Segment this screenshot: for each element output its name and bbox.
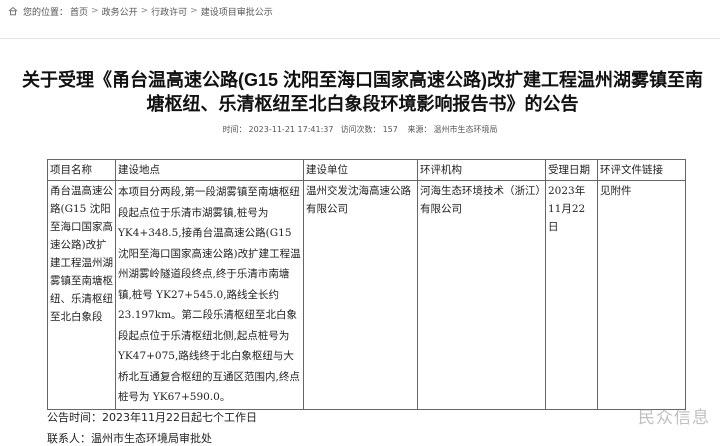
breadcrumb-home-link[interactable]: 首页 bbox=[70, 5, 88, 18]
cell-project-name: 甬台温高速公路(G15 沈阳至海口国家高速公路)改扩建工程温州湖雾镇至南塘枢纽、… bbox=[47, 180, 116, 410]
header-date: 受理日期 bbox=[545, 159, 598, 181]
breadcrumb-separator: > bbox=[140, 6, 149, 16]
announcement-period: 公告时间：2023年11月22日起七个工作日 bbox=[47, 409, 257, 425]
cell-link[interactable]: 见附件 bbox=[597, 180, 686, 410]
time-label: 时间： bbox=[222, 125, 247, 134]
cell-builder: 温州交发沈海高速公路有限公司 bbox=[303, 180, 418, 410]
home-icon bbox=[8, 6, 18, 16]
header-project-name: 项目名称 bbox=[47, 159, 116, 181]
period-label: 公告时间： bbox=[47, 411, 102, 424]
breadcrumb: 您的位置： 首页 > 政务公开 > 行政许可 > 建设项目审批公示 bbox=[8, 4, 273, 18]
header-builder: 建设单位 bbox=[303, 159, 418, 181]
contact-info: 联系人：温州市生态环境局审批处 bbox=[47, 430, 212, 446]
view-count: 157 bbox=[382, 125, 398, 134]
views-label: 访问次数： bbox=[340, 125, 381, 134]
table-header-row: 项目名称 建设地点 建设单位 环评机构 受理日期 环评文件链接 bbox=[47, 159, 686, 181]
breadcrumb-project-approval-link[interactable]: 建设项目审批公示 bbox=[201, 5, 273, 18]
breadcrumb-separator: > bbox=[91, 6, 99, 16]
breadcrumb-gov-open-link[interactable]: 政务公开 bbox=[102, 5, 138, 18]
project-table: 项目名称 建设地点 建设单位 环评机构 受理日期 环评文件链接 甬台温高速公路(… bbox=[47, 159, 686, 410]
header-location: 建设地点 bbox=[115, 159, 304, 181]
cell-location: 本项目分两段,第一段湖雾镇至南塘枢纽段起点位于乐清市湖雾镇,桩号为 YK4+34… bbox=[115, 180, 304, 410]
source: 温州市生态环境局 bbox=[433, 125, 498, 134]
contact-label: 联系人： bbox=[47, 432, 91, 445]
period-value: 2023年11月22日起七个工作日 bbox=[102, 411, 257, 424]
publish-time: 2023-11-21 17:41:37 bbox=[248, 125, 334, 134]
page-title: 关于受理《甬台温高速公路(G15 沈阳至海口国家高速公路)改扩建工程温州湖雾镇至… bbox=[21, 70, 703, 114]
header-link: 环评文件链接 bbox=[597, 159, 686, 181]
header-agency: 环评机构 bbox=[417, 159, 546, 181]
header-divider bbox=[0, 38, 720, 39]
watermark: 民众信息 bbox=[638, 408, 710, 428]
breadcrumb-prefix: 您的位置： bbox=[23, 7, 69, 18]
breadcrumb-separator: > bbox=[190, 6, 198, 16]
breadcrumb-admin-permit-link[interactable]: 行政许可 bbox=[151, 5, 187, 18]
contact-value: 温州市生态环境局审批处 bbox=[91, 432, 212, 445]
article-meta: 时间： 2023-11-21 17:41:37 访问次数： 157 来源： 温州市生态… bbox=[0, 124, 720, 135]
cell-date: 2023年11月22日 bbox=[545, 180, 598, 410]
cell-agency: 河海生态环境技术（浙江）有限公司 bbox=[417, 180, 546, 410]
table-row: 甬台温高速公路(G15 沈阳至海口国家高速公路)改扩建工程温州湖雾镇至南塘枢纽、… bbox=[47, 180, 686, 410]
source-label: 来源： bbox=[407, 125, 432, 134]
